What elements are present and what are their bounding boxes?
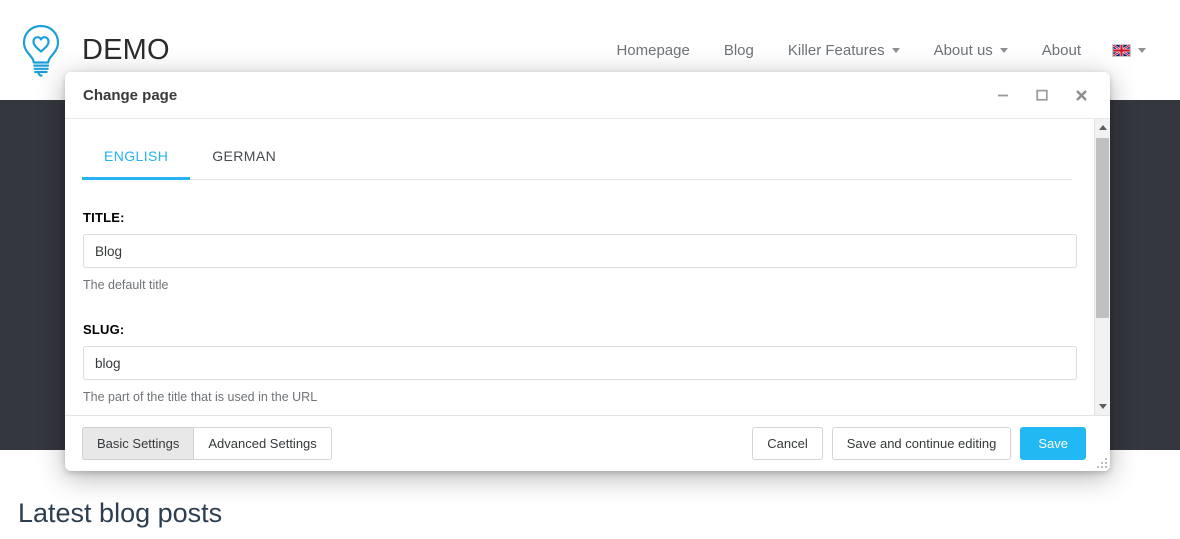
- close-button[interactable]: [1066, 82, 1096, 108]
- slug-field-label: SLUG:: [83, 322, 125, 337]
- settings-tab-group: Basic Settings Advanced Settings: [82, 426, 332, 461]
- modal-title: Change page: [83, 86, 178, 104]
- chevron-up-icon: [1098, 125, 1107, 130]
- nav-item-killer-features[interactable]: Killer Features: [771, 34, 917, 67]
- chevron-down-icon: [1138, 47, 1146, 53]
- chevron-down-icon: [891, 47, 900, 53]
- field-group-title: TITLE: The default title: [82, 210, 1077, 292]
- modal-body: ENGLISH GERMAN TITLE: The default title …: [65, 119, 1094, 415]
- resize-grip[interactable]: [1094, 455, 1107, 468]
- window-controls: [988, 82, 1096, 108]
- basic-settings-button[interactable]: Basic Settings: [82, 426, 195, 461]
- modal-footer: Basic Settings Advanced Settings Cancel …: [65, 415, 1110, 471]
- main-navigation: Homepage Blog Killer Features About us A…: [599, 34, 1158, 67]
- save-and-continue-button[interactable]: Save and continue editing: [831, 426, 1012, 461]
- modal-scrollbar[interactable]: [1094, 119, 1110, 415]
- cancel-button[interactable]: Cancel: [752, 426, 823, 461]
- nav-item-about[interactable]: About: [1025, 34, 1098, 67]
- nav-item-label: About: [1041, 41, 1081, 59]
- maximize-button[interactable]: [1027, 82, 1057, 108]
- modal-body-wrap: ENGLISH GERMAN TITLE: The default title …: [65, 119, 1110, 415]
- change-page-modal: Change page ENGLISH GERMAN TITLE: Blog T…: [65, 72, 1110, 471]
- advanced-settings-button[interactable]: Advanced Settings: [193, 426, 332, 461]
- close-icon: [1075, 89, 1087, 101]
- scrollbar-track[interactable]: [1095, 136, 1111, 398]
- brand[interactable]: DEMO: [18, 22, 170, 78]
- chevron-down-icon: [1098, 404, 1107, 409]
- footer-actions: Cancel Save and continue editing Save: [752, 426, 1096, 461]
- save-button[interactable]: Save: [1020, 426, 1086, 461]
- chevron-down-icon: [999, 47, 1008, 53]
- language-tabs: ENGLISH GERMAN: [82, 135, 1072, 180]
- modal-header: Change page: [65, 72, 1110, 119]
- language-selector[interactable]: [1098, 36, 1158, 65]
- lightbulb-heart-icon: [22, 24, 60, 77]
- brand-name: DEMO: [82, 33, 170, 66]
- minimize-icon: [998, 94, 1008, 97]
- nav-item-blog[interactable]: Blog: [707, 34, 771, 67]
- tab-label: ENGLISH: [104, 148, 169, 164]
- nav-item-homepage[interactable]: Homepage: [599, 34, 706, 67]
- minimize-button[interactable]: [988, 82, 1018, 108]
- maximize-icon: [1036, 89, 1048, 101]
- field-group-slug: SLUG: The part of the title that is used…: [82, 322, 1077, 404]
- nav-item-label: Homepage: [616, 41, 690, 59]
- scroll-up-button[interactable]: [1094, 119, 1110, 136]
- tab-english[interactable]: ENGLISH: [82, 135, 191, 180]
- slug-input[interactable]: [83, 346, 1077, 380]
- scrollbar-thumb[interactable]: [1095, 138, 1109, 318]
- nav-item-about-us[interactable]: About us: [917, 34, 1025, 67]
- nav-item-label: Killer Features: [787, 41, 885, 59]
- section-heading: Latest blog posts: [18, 498, 223, 528]
- slug-field-help: The part of the title that is used in th…: [83, 390, 318, 404]
- tab-german[interactable]: GERMAN: [190, 135, 298, 180]
- title-input[interactable]: [83, 234, 1077, 268]
- nav-item-label: Blog: [723, 41, 754, 59]
- title-field-label: TITLE:: [83, 210, 125, 225]
- tab-label: GERMAN: [212, 148, 277, 164]
- title-field-help: The default title: [83, 278, 169, 292]
- scroll-down-button[interactable]: [1094, 398, 1110, 415]
- nav-item-label: About us: [933, 41, 993, 59]
- uk-flag-icon: [1112, 43, 1131, 57]
